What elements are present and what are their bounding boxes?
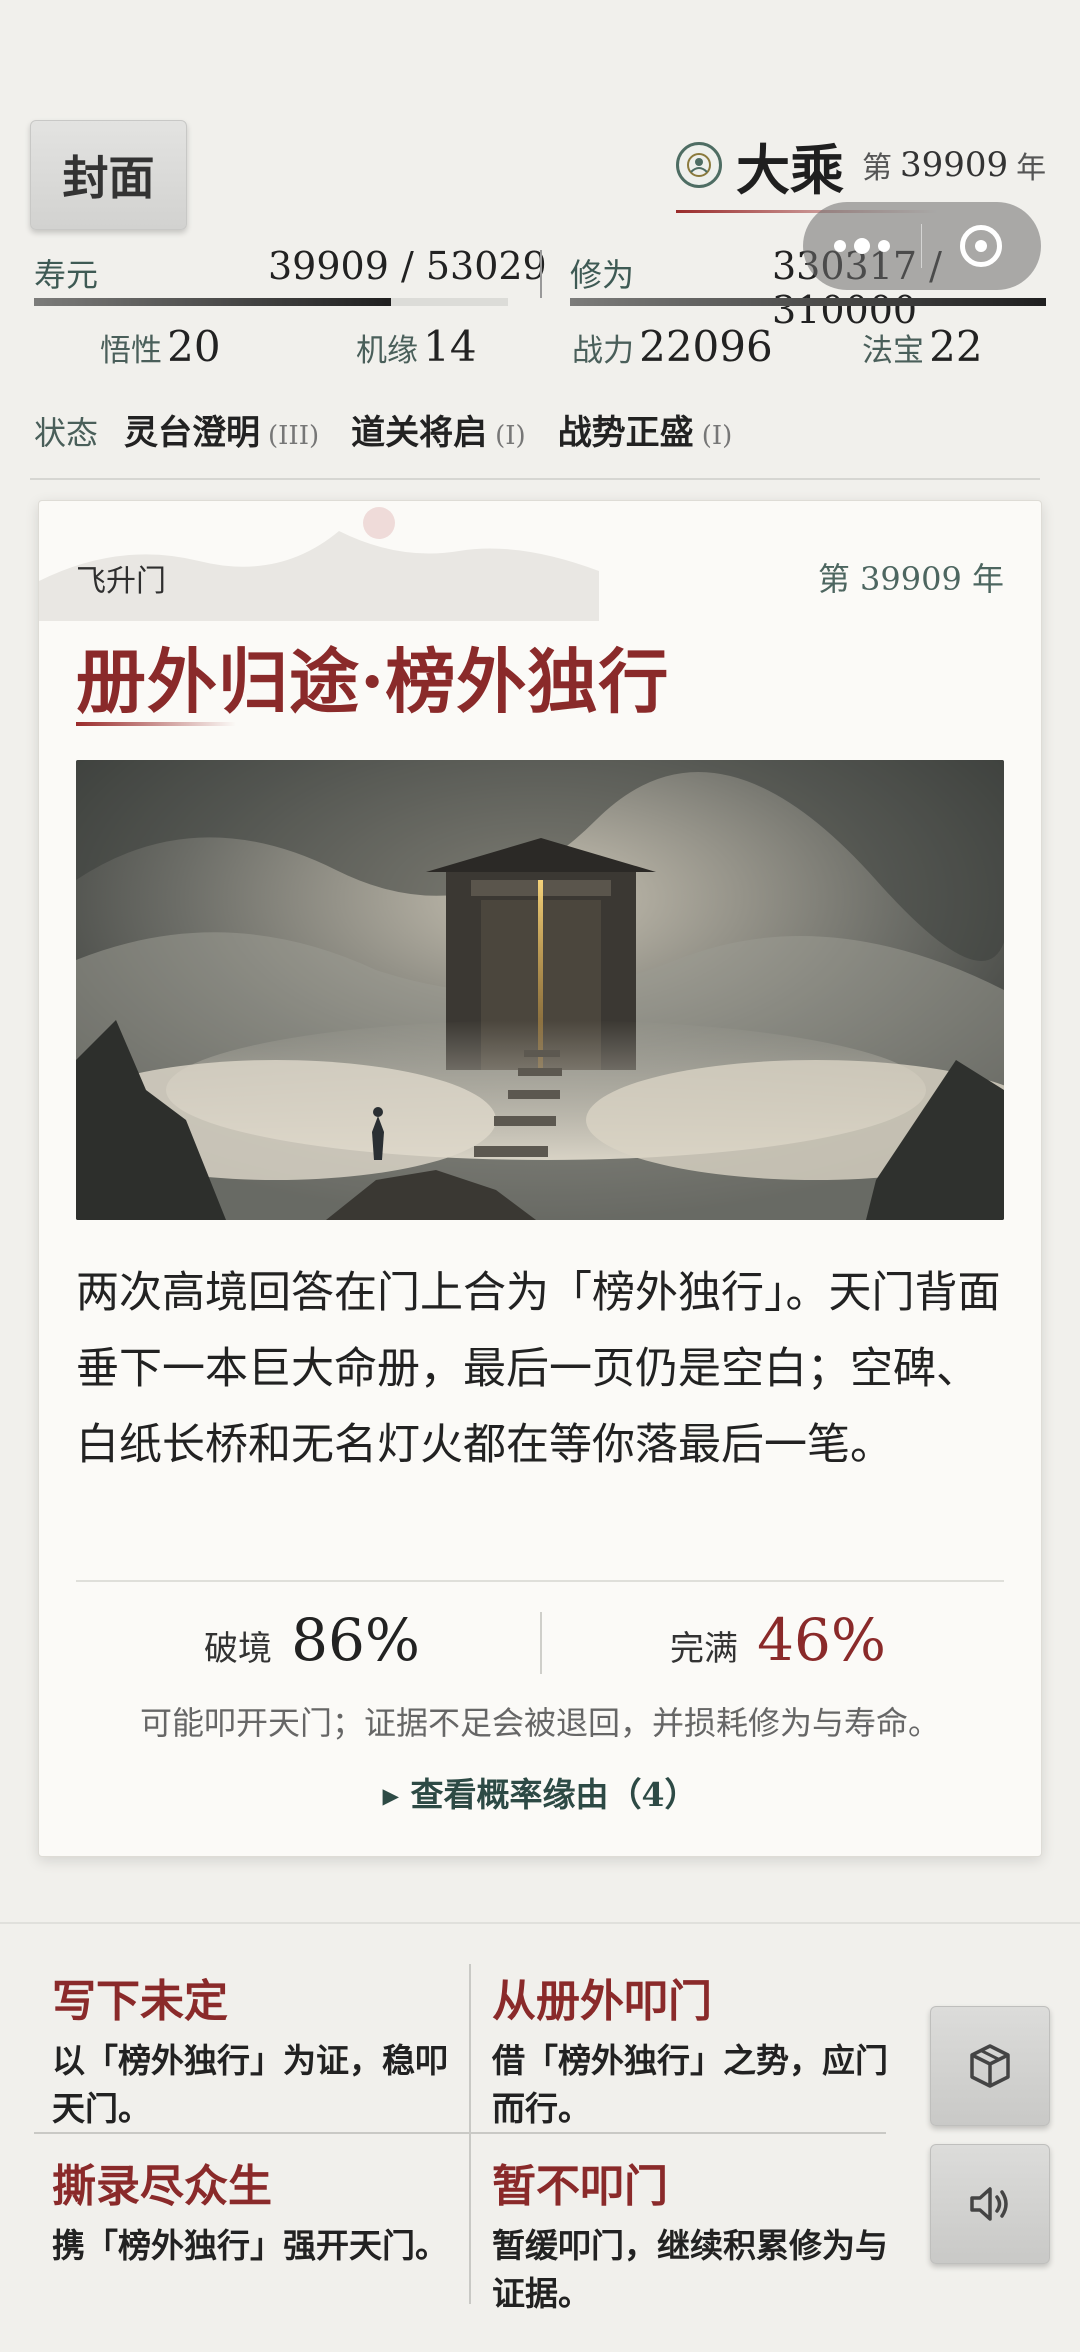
card-divider (76, 1580, 1004, 1582)
choice-title: 撕录尽众生 (52, 2161, 272, 2212)
comprehension-value: 20 (167, 322, 221, 371)
choice-title: 写下未定 (52, 1976, 228, 2027)
cover-button[interactable]: 封面 (30, 120, 187, 230)
choice-knock-from-outside[interactable]: 从册外叩门 借「榜外独行」之势，应门而行。 (492, 1965, 912, 2133)
status-item: 战势正盛 (557, 413, 694, 453)
combat-label: 战力 (572, 333, 634, 369)
fortune-value: 14 (423, 322, 477, 371)
realm-header: 大乘 第 39909 年 (676, 130, 1054, 202)
treasure-label: 法宝 (862, 333, 924, 369)
fortune-label: 机缘 (356, 333, 418, 369)
choice-title: 暂不叩门 (492, 2161, 668, 2212)
event-story: 两次高境回答在门上合为「榜外独行」。天门背面垂下一本巨大命册，最后一页仍是空白；… (76, 1268, 1001, 1470)
miniprogram-capsule[interactable] (803, 202, 1041, 290)
status-tier: (I) (701, 421, 733, 451)
breakthrough-label: 破境 (204, 1629, 272, 1669)
choice-desc: 以「榜外独行」为证，稳叩天门。 (52, 2041, 448, 2128)
treasure-stat: 法宝 22 (862, 322, 983, 371)
speaker-icon (970, 2187, 1008, 2221)
choice-write-undetermined[interactable]: 写下未定 以「榜外独行」为证，稳叩天门。 (52, 1965, 472, 2133)
lifespan-bar (34, 298, 508, 306)
realm-name: 大乘 (736, 137, 844, 202)
event-title: 册外归途·榜外独行 (76, 640, 670, 723)
probability-reason-link[interactable]: ▸ 查看概率缘由（4） (76, 1768, 1004, 1816)
status-label: 状态 (34, 414, 99, 452)
sect-name: 飞升门 (76, 564, 166, 599)
sound-button[interactable] (930, 2144, 1050, 2264)
choice-grid-divider (469, 1964, 471, 2304)
title-underline (76, 722, 236, 726)
choice-desc: 携「榜外独行」强开天门。 (52, 2226, 448, 2265)
breakthrough-value: 86% (291, 1606, 421, 1674)
fortune-stat: 机缘 14 (356, 322, 477, 371)
lifespan-label: 寿元 (34, 256, 99, 294)
lifespan-value: 39909 / 53029 (268, 244, 547, 288)
choice-desc: 暂缓叩门，继续积累修为与证据。 (492, 2226, 888, 2313)
probability-note: 可能叩开天门；证据不足会被退回，并损耗修为与寿命。 (139, 1704, 940, 1742)
choice-tear-records[interactable]: 撕录尽众生 携「榜外独行」强开天门。 (52, 2150, 472, 2270)
more-icon[interactable] (803, 202, 921, 290)
status-item: 灵台澄明 (124, 413, 261, 453)
year-prefix: 第 (862, 151, 892, 186)
choice-title: 从册外叩门 (492, 1976, 712, 2027)
comprehension-stat: 悟性 20 (100, 322, 221, 371)
status-tier: (III) (268, 421, 320, 451)
choice-grid-divider (34, 2132, 886, 2134)
cultivation-bar (570, 298, 1046, 306)
probability-separator (540, 1612, 542, 1674)
perfection-probability: 完满 46% (670, 1606, 886, 1674)
combat-value: 22096 (639, 322, 773, 371)
lifespan-bar-fill (34, 298, 391, 306)
status-row: 状态 灵台澄明 (III) 道关将启 (I) 战势正盛 (I) (34, 405, 764, 455)
choice-defer[interactable]: 暂不叩门 暂缓叩门，继续积累修为与证据。 (492, 2150, 912, 2318)
choices-divider (0, 1922, 1080, 1924)
cultivation-label: 修为 (570, 256, 635, 294)
breakthrough-probability: 破境 86% (204, 1606, 420, 1674)
year-value: 39909 (900, 145, 1009, 185)
inventory-button[interactable] (930, 2006, 1050, 2126)
choice-desc: 借「榜外独行」之势，应门而行。 (492, 2041, 888, 2128)
combat-stat: 战力 22096 (572, 322, 773, 371)
cultivation-bar-fill (570, 298, 1046, 306)
perfection-value: 46% (757, 1606, 887, 1674)
realm-emblem-icon (676, 142, 722, 188)
header-divider (30, 478, 1040, 480)
stat-separator (540, 250, 542, 298)
comprehension-label: 悟性 (100, 333, 162, 369)
close-target-icon[interactable] (922, 202, 1040, 290)
heavenly-gate-illustration (76, 760, 1004, 1220)
event-year: 第 39909 年 (817, 560, 1004, 598)
treasure-value: 22 (929, 322, 983, 371)
status-tier: (I) (495, 421, 526, 451)
year-suffix: 年 (1016, 151, 1047, 186)
perfection-label: 完满 (670, 1629, 738, 1669)
box-icon (970, 2044, 1010, 2088)
status-item: 道关将启 (351, 413, 488, 453)
